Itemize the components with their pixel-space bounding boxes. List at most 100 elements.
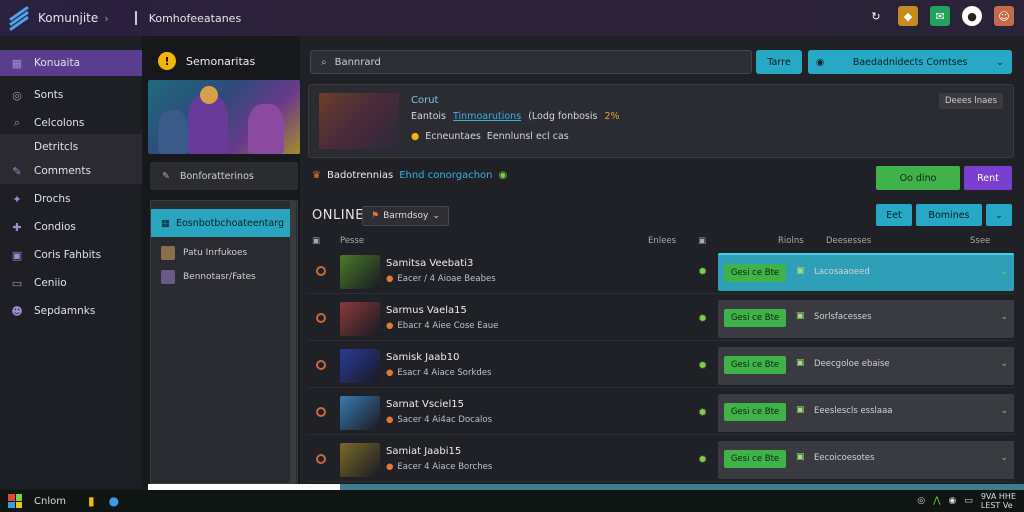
row-action-button[interactable]: Gesi ce Bte xyxy=(724,309,786,327)
game-meta: ● Esacr 4 Aiace Sorkdes xyxy=(386,368,491,378)
main-panel: ⌕ Bannrard Tarre ◉ Baedadnidects Comtses… xyxy=(300,36,1024,486)
channel-item[interactable]: Patu Inrfukoes xyxy=(161,243,247,263)
channel-filter[interactable]: ✎ Bonforatterinos xyxy=(150,162,298,190)
wifi-icon[interactable]: ⋀ xyxy=(933,496,940,506)
breadcrumb[interactable]: Komhofeeatanes xyxy=(149,12,242,25)
join-button[interactable]: Oo dino xyxy=(876,166,960,190)
channel-list: ▦ Eosnbotbchoateentarg Patu Inrfukoes Be… xyxy=(150,200,298,484)
compass-icon: ◎ xyxy=(12,88,22,102)
chevron-down-icon[interactable]: ⌄ xyxy=(986,204,1012,226)
row-action-button[interactable]: Gesi ce Bte xyxy=(724,450,786,468)
sidebar-item[interactable]: ▦ Konuaita xyxy=(0,50,142,76)
badge-icon[interactable]: ◆ xyxy=(898,6,918,26)
row-panel-text: Eecoicoesotes xyxy=(814,453,875,463)
channel-banner[interactable] xyxy=(148,80,300,154)
filter-button[interactable]: Eet xyxy=(876,204,912,226)
sidebar-item[interactable]: ▣ Coris Fahbits xyxy=(0,242,142,268)
table-header-cell[interactable]: Ssee xyxy=(970,236,990,246)
gear-icon[interactable]: ✹ xyxy=(698,312,707,325)
game-title[interactable]: Sarmus Vaela15 xyxy=(386,305,467,316)
taskbar-label[interactable]: Cnlom xyxy=(34,496,66,507)
game-title[interactable]: Samiat Jaabi15 xyxy=(386,446,461,457)
gear-icon[interactable]: ✹ xyxy=(698,453,707,466)
row-action-button[interactable]: Gesi ce Bte xyxy=(724,356,786,374)
sidebar-item[interactable]: ☻ Sepdamnks xyxy=(0,298,142,324)
featured-card[interactable]: Corut Eantois Tinmoarutions (Lodg fonbos… xyxy=(308,84,1014,158)
row-action-panel: Gesi ce Bte ▣ Deecgoloe ebaise ⌄ xyxy=(718,347,1014,385)
category-dropdown[interactable]: ◉ Baedadnidects Comtses ⌄ xyxy=(808,50,1012,74)
filter-icon[interactable]: ▣ xyxy=(698,236,706,246)
sidebar-item[interactable]: Detritcls xyxy=(0,134,142,160)
chat-icon[interactable]: ✉ xyxy=(930,6,950,26)
channel-header-label: Semonaritas xyxy=(186,54,256,68)
battery-icon[interactable]: ▭ xyxy=(964,496,973,506)
browser-icon[interactable]: ● xyxy=(109,494,119,508)
sidebar-item[interactable]: ✦ Drochs xyxy=(0,186,142,212)
info-link[interactable]: Ehnd conorgachon xyxy=(399,170,492,181)
sidebar-item[interactable]: ⌕ Celcolons xyxy=(0,110,142,136)
game-thumbnail xyxy=(340,255,380,289)
gear-icon[interactable]: ✹ xyxy=(698,359,707,372)
chevron-down-icon[interactable]: ⌄ xyxy=(1000,453,1008,463)
sidebar-item[interactable]: ✚ Condios xyxy=(0,214,142,240)
table-row[interactable]: Sarnat Vsciel15 ● Sacer 4 Ai4ac Docalos ✹ Ge… xyxy=(308,391,1014,435)
rent-button[interactable]: Rent xyxy=(964,166,1012,190)
featured-percent: 2% xyxy=(604,111,620,122)
windows-start-icon[interactable] xyxy=(8,494,22,508)
search-button[interactable]: Tarre xyxy=(756,50,802,74)
user-icon[interactable]: ● xyxy=(962,6,982,26)
gear-icon[interactable]: ✹ xyxy=(698,265,707,278)
row-action-button[interactable]: Gesi ce Bte xyxy=(724,264,786,282)
featured-thumbnail xyxy=(319,93,399,149)
table-row[interactable]: Samisk Jaab10 ● Esacr 4 Aiace Sorkdes ✹ Gesi… xyxy=(308,344,1014,388)
coin-icon: ● xyxy=(386,415,394,425)
table-row[interactable]: Sarmus Vaela15 ● Ebacr 4 Aiee Cose Eaue ✹ Ge… xyxy=(308,297,1014,341)
table-header-cell[interactable]: Pesse xyxy=(340,236,364,246)
table-header-cell[interactable]: Riolns xyxy=(778,236,804,246)
channel-scrollbar[interactable] xyxy=(290,200,296,484)
chevron-down-icon[interactable]: ⌄ xyxy=(1000,406,1008,416)
game-title[interactable]: Samisk Jaab10 xyxy=(386,352,459,363)
sidebar-item-label: Detritcls xyxy=(34,141,79,153)
chevron-down-icon[interactable]: ⌄ xyxy=(1000,267,1008,277)
game-thumbnail xyxy=(340,396,380,430)
checkbox-icon[interactable]: ▣ xyxy=(312,236,320,246)
coin-icon: ● xyxy=(386,274,394,284)
table-header-cell[interactable]: Deesesses xyxy=(826,236,871,246)
game-title[interactable]: Sarnat Vsciel15 xyxy=(386,399,464,410)
volume-icon[interactable]: ◉ xyxy=(948,496,956,506)
status-icon xyxy=(316,454,326,464)
channel-item-selected[interactable]: ▦ Eosnbotbchoateentarg xyxy=(151,209,291,237)
sidebar-item[interactable]: ✎ Comments xyxy=(0,158,142,184)
chevron-right-icon[interactable]: › xyxy=(104,12,108,25)
clock[interactable]: 9VA HHE LEST Ve xyxy=(981,492,1016,510)
channel-filter-label: Bonforatterinos xyxy=(179,170,254,182)
sidebar-item[interactable]: ◎ Sonts xyxy=(0,82,142,108)
network-icon[interactable]: ◎ xyxy=(917,496,925,506)
table-header-cell[interactable]: Enlees xyxy=(648,236,676,246)
row-action-button[interactable]: Gesi ce Bte xyxy=(724,403,786,421)
table-row[interactable]: Samiat Jaabi15 ● Eacer 4 Aiace Borches ✹ Ges… xyxy=(308,438,1014,482)
avatar-icon[interactable]: ☺ xyxy=(994,6,1014,26)
bookmarks-button[interactable]: Bomines xyxy=(916,204,982,226)
featured-badge[interactable]: Deees lnaes xyxy=(939,93,1003,109)
chevron-down-icon: ⌄ xyxy=(432,211,440,221)
game-thumbnail xyxy=(340,443,380,477)
folder-icon[interactable]: ▮ xyxy=(88,494,95,508)
chevron-down-icon[interactable]: ⌄ xyxy=(1000,312,1008,322)
featured-text: Eantois xyxy=(411,111,446,122)
gear-icon[interactable]: ✹ xyxy=(698,406,707,419)
sidebar-item[interactable]: ▭ Ceniio xyxy=(0,270,142,296)
coin-icon: ● xyxy=(386,321,394,331)
featured-link[interactable]: Tinmoarutions xyxy=(453,111,521,122)
refresh-icon[interactable]: ↻ xyxy=(866,6,886,26)
table-row[interactable]: Samitsa Veebati3 ● Eacer / 4 Aioae Beabes ✹… xyxy=(308,250,1014,294)
search-input[interactable]: ⌕ Bannrard xyxy=(310,50,752,74)
channel-item[interactable]: Bennotasr/Fates xyxy=(161,267,256,287)
game-meta: ● Ebacr 4 Aiee Cose Eaue xyxy=(386,321,498,331)
online-filter-dropdown[interactable]: ⚑ Barmdsoy ⌄ xyxy=(362,206,449,226)
chevron-down-icon[interactable]: ⌄ xyxy=(1000,359,1008,369)
game-meta: ● Eacer 4 Aiace Borches xyxy=(386,462,492,472)
game-title[interactable]: Samitsa Veebati3 xyxy=(386,258,473,269)
app-title[interactable]: Komunjite xyxy=(38,11,98,25)
